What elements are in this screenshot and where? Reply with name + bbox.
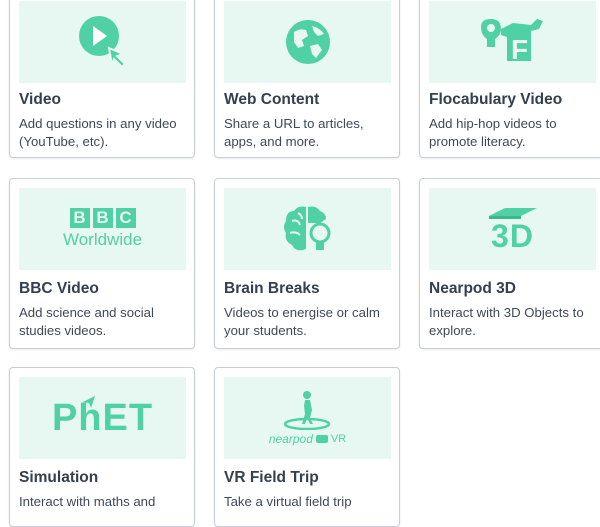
card-title: Video bbox=[19, 91, 61, 108]
card-video[interactable]: Video Add questions in any video (YouTub… bbox=[9, 0, 195, 158]
brain-lightbulb-icon bbox=[280, 201, 336, 257]
card-thumbnail bbox=[224, 1, 391, 83]
card-thumbnail: PhET bbox=[19, 377, 186, 459]
card-description: Add hip-hop videos to promote literacy. bbox=[429, 116, 557, 149]
card-vr-field-trip[interactable]: nearpod VR VR Field Trip Take a virtual … bbox=[214, 367, 400, 527]
card-thumbnail: B B C Worldwide bbox=[19, 188, 186, 270]
card-title: Flocabulary Video bbox=[429, 91, 563, 108]
card-nearpod-3d[interactable]: 3D Nearpod 3D Interact with 3D Objects t… bbox=[419, 178, 600, 349]
card-description: Interact with maths and bbox=[19, 494, 156, 509]
card-description: Take a virtual field trip bbox=[224, 494, 352, 509]
card-description: Add questions in any video (YouTube, etc… bbox=[19, 116, 177, 149]
card-description: Videos to energise or calm your students… bbox=[224, 305, 380, 338]
card-thumbnail: F bbox=[429, 1, 596, 83]
card-title: VR Field Trip bbox=[224, 469, 319, 486]
card-title: BBC Video bbox=[19, 280, 99, 297]
nearpod-vr-icon: nearpod VR bbox=[269, 390, 346, 446]
card-flocabulary-video[interactable]: F Flocabulary Video Add hip-hop videos t… bbox=[419, 0, 600, 158]
card-bbc-video[interactable]: B B C Worldwide BBC Video Add science an… bbox=[9, 178, 195, 349]
3d-cube-icon: 3D bbox=[485, 206, 541, 252]
card-description: Share a URL to articles, apps, and more. bbox=[224, 116, 364, 149]
card-brain-breaks[interactable]: Brain Breaks Videos to energise or calm … bbox=[214, 178, 400, 349]
card-simulation[interactable]: PhET Simulation Interact with maths and bbox=[9, 367, 195, 527]
card-thumbnail: nearpod VR bbox=[224, 377, 391, 459]
card-thumbnail bbox=[19, 1, 186, 83]
card-title: Nearpod 3D bbox=[429, 280, 516, 297]
card-thumbnail bbox=[224, 188, 391, 270]
card-description: Interact with 3D Objects to explore. bbox=[429, 305, 584, 338]
phet-logo: PhET bbox=[51, 395, 154, 439]
card-description: Add science and social studies videos. bbox=[19, 305, 154, 338]
bbc-worldwide-logo: B B C Worldwide bbox=[62, 208, 143, 249]
vr-goggles-icon bbox=[315, 435, 328, 443]
card-thumbnail: 3D bbox=[429, 188, 596, 270]
svg-text:F: F bbox=[511, 34, 528, 65]
card-title: Web Content bbox=[224, 91, 320, 108]
card-web-content[interactable]: Web Content Share a URL to articles, app… bbox=[214, 0, 400, 158]
flocabulary-logo: F bbox=[477, 15, 549, 69]
play-cursor-icon bbox=[75, 14, 131, 70]
card-title: Brain Breaks bbox=[224, 280, 320, 297]
card-title: Simulation bbox=[19, 469, 99, 486]
globe-icon bbox=[284, 18, 332, 66]
